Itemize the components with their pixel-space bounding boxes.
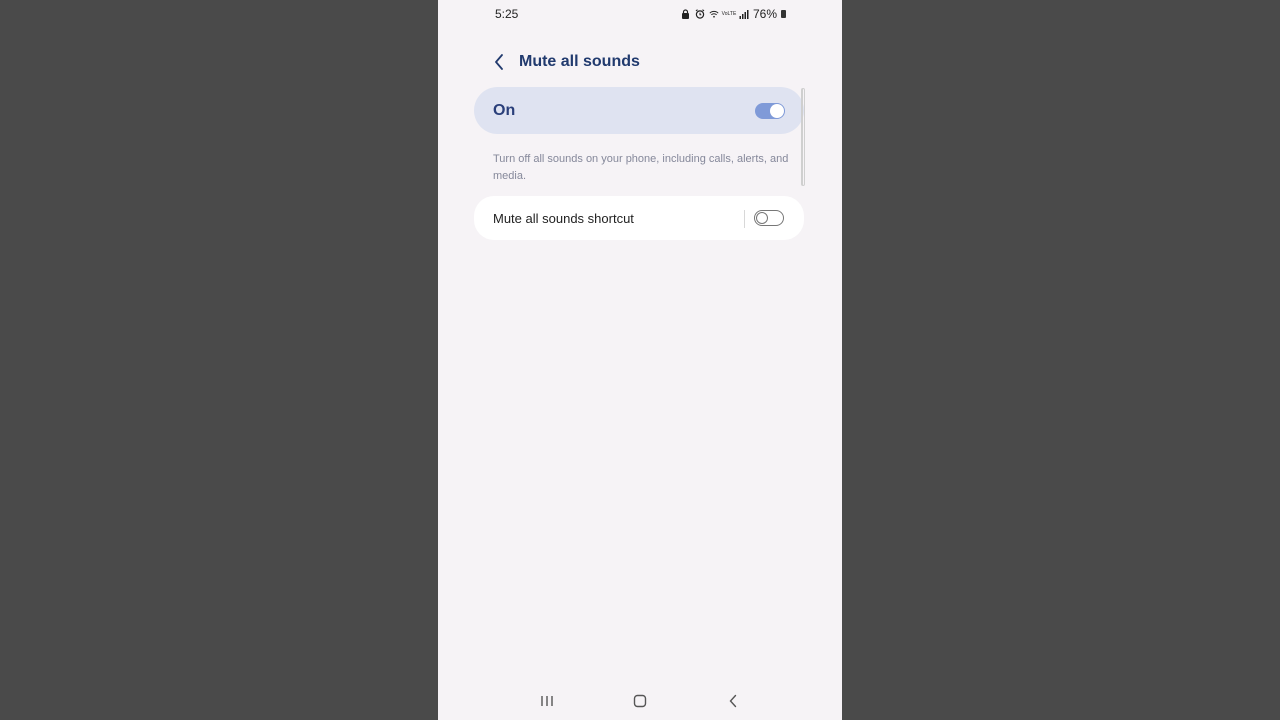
recents-icon: [541, 696, 553, 706]
shortcut-label: Mute all sounds shortcut: [493, 211, 634, 226]
status-time: 5:25: [495, 7, 519, 21]
navigation-bar: [438, 684, 842, 720]
scrollbar[interactable]: [801, 88, 805, 186]
page-title: Mute all sounds: [519, 53, 640, 70]
signal-icon: [739, 9, 749, 19]
chevron-left-icon: [495, 54, 503, 70]
status-bar: 5:25 VoLTE 76%: [438, 0, 842, 28]
shortcut-toggle[interactable]: [754, 210, 784, 226]
master-toggle[interactable]: [755, 103, 785, 119]
toggle-knob: [770, 104, 784, 118]
shortcut-row[interactable]: Mute all sounds shortcut: [474, 196, 804, 240]
alarm-icon: [695, 9, 705, 19]
back-icon: [729, 694, 737, 708]
volte-icon: VoLTE: [721, 10, 737, 17]
wifi-icon: [709, 9, 719, 19]
recents-button[interactable]: [535, 692, 559, 710]
description-text: Turn off all sounds on your phone, inclu…: [493, 153, 789, 182]
status-icons: VoLTE 76%: [681, 7, 786, 21]
master-switch-label: On: [493, 102, 516, 119]
page-header: Mute all sounds: [438, 40, 842, 84]
battery-icon: [781, 10, 786, 18]
lock-icon: [681, 9, 691, 19]
home-icon: [633, 694, 647, 708]
home-button[interactable]: [628, 692, 652, 710]
toggle-knob: [756, 211, 768, 224]
phone-screen: 5:25 VoLTE 76% Mute all sounds On Turn o…: [438, 0, 842, 720]
divider: [744, 210, 745, 228]
battery-percent: 76%: [752, 7, 777, 21]
back-button[interactable]: [488, 50, 510, 74]
back-nav-button[interactable]: [721, 692, 745, 710]
master-switch-card[interactable]: On: [474, 87, 804, 134]
